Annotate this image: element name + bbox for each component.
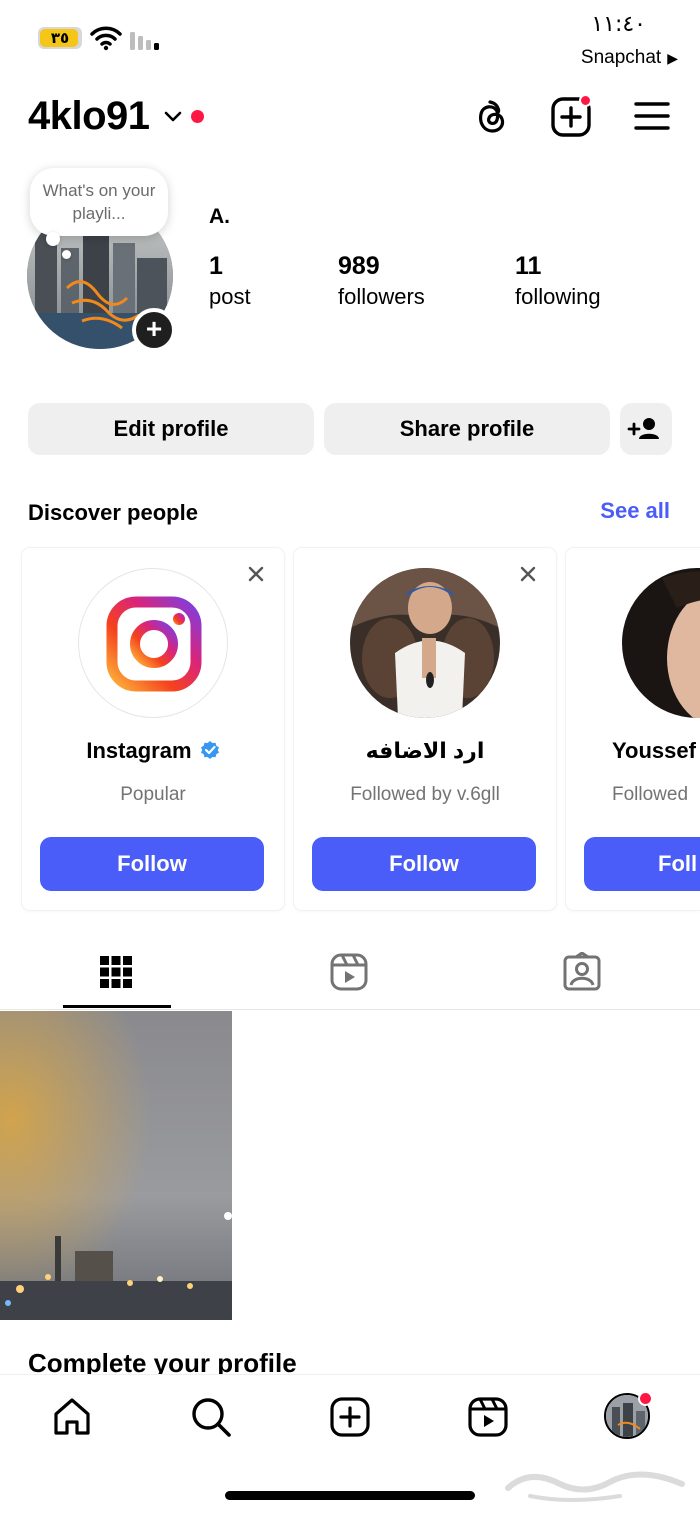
suggestion-avatar[interactable] xyxy=(622,568,700,718)
username-switcher[interactable]: 4klo91 xyxy=(28,94,150,139)
suggestion-card: ارد الاضافه Followed by v.6gll Follow xyxy=(294,548,556,910)
suggestion-name[interactable]: Instagram xyxy=(22,738,284,764)
share-profile-button[interactable]: Share profile xyxy=(324,403,610,455)
suggestion-reason: Followed xyxy=(612,784,689,805)
grid-icon xyxy=(100,956,132,988)
suggestion-reason: Followed by v.6gll xyxy=(350,784,500,805)
note-text: What's on your playli... xyxy=(42,181,156,223)
suggestion-card: Youssef Followed Foll xyxy=(566,548,700,910)
create-icon[interactable] xyxy=(328,1395,372,1439)
verified-badge-icon xyxy=(200,741,219,759)
discover-people-toggle-button[interactable] xyxy=(620,403,672,455)
close-icon[interactable] xyxy=(518,564,538,584)
back-app-arrow-icon: ▶ xyxy=(667,50,678,66)
profile-tabs xyxy=(0,938,700,1010)
note-tail xyxy=(62,250,71,259)
posts-count-value: 1 xyxy=(209,252,223,280)
follow-button[interactable]: Foll xyxy=(584,837,700,891)
tab-reels[interactable] xyxy=(233,938,466,1010)
back-app-label: Snapchat xyxy=(580,47,662,68)
instagram-logo[interactable] xyxy=(78,568,228,718)
home-icon[interactable] xyxy=(50,1395,94,1439)
battery-indicator: ٣٥ xyxy=(38,27,82,49)
suggestion-name-text: Instagram xyxy=(86,738,192,763)
note-tail xyxy=(46,232,60,246)
follow-button[interactable]: Follow xyxy=(40,837,264,891)
notification-dot xyxy=(191,110,204,123)
following-count-value: 11 xyxy=(515,252,542,280)
post-thumbnail[interactable] xyxy=(0,1011,232,1320)
tagged-icon xyxy=(563,952,601,991)
edit-profile-button[interactable]: Edit profile xyxy=(28,403,314,455)
add-person-icon xyxy=(627,418,659,439)
create-notification-dot xyxy=(579,94,592,107)
note-bubble[interactable]: What's on your playli... xyxy=(30,168,168,236)
suggestion-name[interactable]: Youssef xyxy=(566,738,700,764)
threads-icon[interactable] xyxy=(470,96,510,138)
menu-icon[interactable] xyxy=(634,100,670,132)
reels-nav-icon[interactable] xyxy=(466,1395,510,1439)
tab-tagged[interactable] xyxy=(466,938,699,1010)
suggestion-avatar[interactable] xyxy=(350,568,500,718)
following-count[interactable]: 11 following xyxy=(515,250,601,312)
followers-count[interactable]: 989 followers xyxy=(338,250,425,312)
following-count-label: following xyxy=(515,284,601,309)
wifi-icon xyxy=(90,26,122,51)
chevron-down-icon[interactable] xyxy=(163,110,183,124)
suggestion-reason: Popular xyxy=(120,784,186,805)
posts-count[interactable]: 1 post xyxy=(209,250,251,312)
watermark-logo xyxy=(505,1471,685,1502)
search-icon[interactable] xyxy=(189,1395,233,1439)
back-to-app-link[interactable]: Snapchat ▶ xyxy=(581,47,678,69)
discover-people-title: Discover people xyxy=(28,500,198,525)
display-name: A. xyxy=(209,205,230,228)
status-bar: ٣٥ ١١:٤٠ Snapchat ▶ xyxy=(0,0,700,80)
tab-posts[interactable] xyxy=(0,938,233,1010)
profile-header: 4klo91 xyxy=(0,90,700,146)
add-story-button[interactable]: + xyxy=(132,308,176,352)
followers-count-label: followers xyxy=(338,284,425,309)
posts-count-label: post xyxy=(209,284,251,309)
profile-notification-dot xyxy=(638,1391,653,1406)
suggestion-card: Instagram Popular Follow xyxy=(22,548,284,910)
status-time: ١١:٤٠ xyxy=(591,12,646,37)
reels-icon xyxy=(330,953,368,991)
see-all-link[interactable]: See all xyxy=(600,498,670,524)
followers-count-value: 989 xyxy=(338,252,380,280)
cellular-signal-icon xyxy=(130,32,159,50)
close-icon[interactable] xyxy=(246,564,266,584)
suggestion-name[interactable]: ارد الاضافه xyxy=(294,738,556,764)
active-tab-indicator xyxy=(63,1005,171,1008)
battery-level: ٣٥ xyxy=(50,29,70,47)
follow-button[interactable]: Follow xyxy=(312,837,536,891)
home-indicator xyxy=(225,1491,475,1500)
